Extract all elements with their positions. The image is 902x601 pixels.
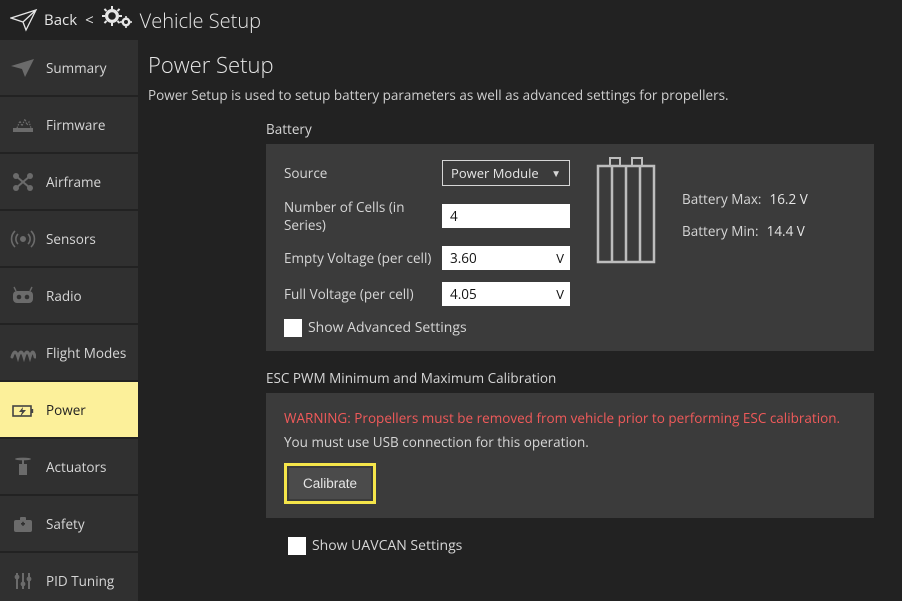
sidebar-item-pid-tuning[interactable]: PID Tuning — [0, 553, 138, 601]
sliders-icon — [8, 570, 38, 592]
empty-voltage-value: 3.60 — [450, 249, 477, 267]
paper-plane-icon — [10, 8, 38, 32]
plane-icon — [8, 58, 38, 78]
sidebar-item-label: PID Tuning — [46, 572, 114, 590]
chevron-down-icon: ▼ — [551, 166, 561, 180]
source-select[interactable]: Power Module ▼ — [442, 160, 570, 186]
sidebar-item-flight-modes[interactable]: Flight Modes — [0, 325, 138, 380]
sidebar-item-label: Actuators — [46, 458, 106, 476]
sidebar-item-sensors[interactable]: Sensors — [0, 211, 138, 266]
sidebar: Summary Firmware Airframe Sensors Radio — [0, 40, 140, 601]
flight-modes-icon — [8, 343, 38, 363]
full-voltage-input[interactable]: 4.05 V — [442, 282, 570, 306]
empty-voltage-unit: V — [556, 249, 564, 267]
show-uavcan-label: Show UAVCAN Settings — [312, 536, 462, 555]
empty-voltage-input[interactable]: 3.60 V — [442, 246, 570, 270]
airframe-icon — [8, 171, 38, 193]
content-area: Power Setup Power Setup is used to setup… — [140, 40, 902, 601]
battery-max-value: 16.2 V — [769, 190, 807, 208]
sidebar-item-label: Flight Modes — [46, 344, 126, 362]
esc-note: You must use USB connection for this ope… — [284, 433, 856, 451]
full-voltage-unit: V — [556, 285, 564, 303]
sidebar-item-label: Radio — [46, 287, 82, 305]
show-advanced-label: Show Advanced Settings — [308, 318, 467, 337]
sidebar-item-summary[interactable]: Summary — [0, 40, 138, 95]
full-voltage-value: 4.05 — [450, 285, 477, 303]
sidebar-item-label: Safety — [46, 515, 85, 533]
cells-input[interactable]: 4 — [442, 204, 570, 228]
sidebar-item-label: Firmware — [46, 116, 105, 134]
back-chevron: < — [83, 10, 96, 30]
full-voltage-label: Full Voltage (per cell) — [284, 285, 442, 303]
page-header-title: Vehicle Setup — [140, 7, 261, 34]
actuators-icon — [8, 456, 38, 478]
show-uavcan-checkbox[interactable] — [288, 537, 306, 555]
calibrate-highlight: Calibrate — [284, 463, 376, 504]
battery-max-label: Battery Max: — [682, 190, 761, 208]
sidebar-item-power[interactable]: Power — [0, 382, 138, 437]
battery-min-label: Battery Min: — [682, 222, 759, 240]
esc-warning: WARNING: Propellers must be removed from… — [284, 409, 856, 427]
esc-section-label: ESC PWM Minimum and Maximum Calibration — [266, 369, 892, 387]
page-description: Power Setup is used to setup battery par… — [148, 86, 892, 104]
cells-value: 4 — [450, 207, 458, 225]
sidebar-item-label: Airframe — [46, 173, 101, 191]
source-label: Source — [284, 164, 442, 182]
battery-section-label: Battery — [266, 120, 892, 138]
safety-icon — [8, 513, 38, 535]
cells-label: Number of Cells (in Series) — [284, 198, 442, 234]
battery-panel: Source Power Module ▼ Number of Cells (i… — [266, 144, 874, 351]
esc-panel: WARNING: Propellers must be removed from… — [266, 393, 874, 518]
sidebar-item-safety[interactable]: Safety — [0, 496, 138, 551]
sidebar-item-firmware[interactable]: Firmware — [0, 97, 138, 152]
firmware-icon — [8, 115, 38, 135]
source-value: Power Module — [451, 164, 539, 182]
battery-min-value: 14.4 V — [767, 222, 805, 240]
back-button[interactable]: Back — [44, 10, 77, 30]
calibrate-button[interactable]: Calibrate — [289, 468, 371, 499]
gears-icon — [102, 6, 134, 35]
sidebar-item-actuators[interactable]: Actuators — [0, 439, 138, 494]
battery-icon — [594, 156, 658, 337]
topbar: Back < Vehicle Setup — [0, 0, 902, 40]
radio-icon — [8, 286, 38, 306]
sidebar-item-radio[interactable]: Radio — [0, 268, 138, 323]
empty-voltage-label: Empty Voltage (per cell) — [284, 249, 442, 267]
sidebar-item-label: Summary — [46, 59, 106, 77]
power-icon — [8, 400, 38, 420]
sidebar-item-label: Sensors — [46, 230, 96, 248]
sidebar-item-airframe[interactable]: Airframe — [0, 154, 138, 209]
page-title: Power Setup — [148, 50, 892, 80]
sidebar-item-label: Power — [46, 401, 86, 419]
sensors-icon — [8, 228, 38, 250]
show-advanced-checkbox[interactable] — [284, 319, 302, 337]
